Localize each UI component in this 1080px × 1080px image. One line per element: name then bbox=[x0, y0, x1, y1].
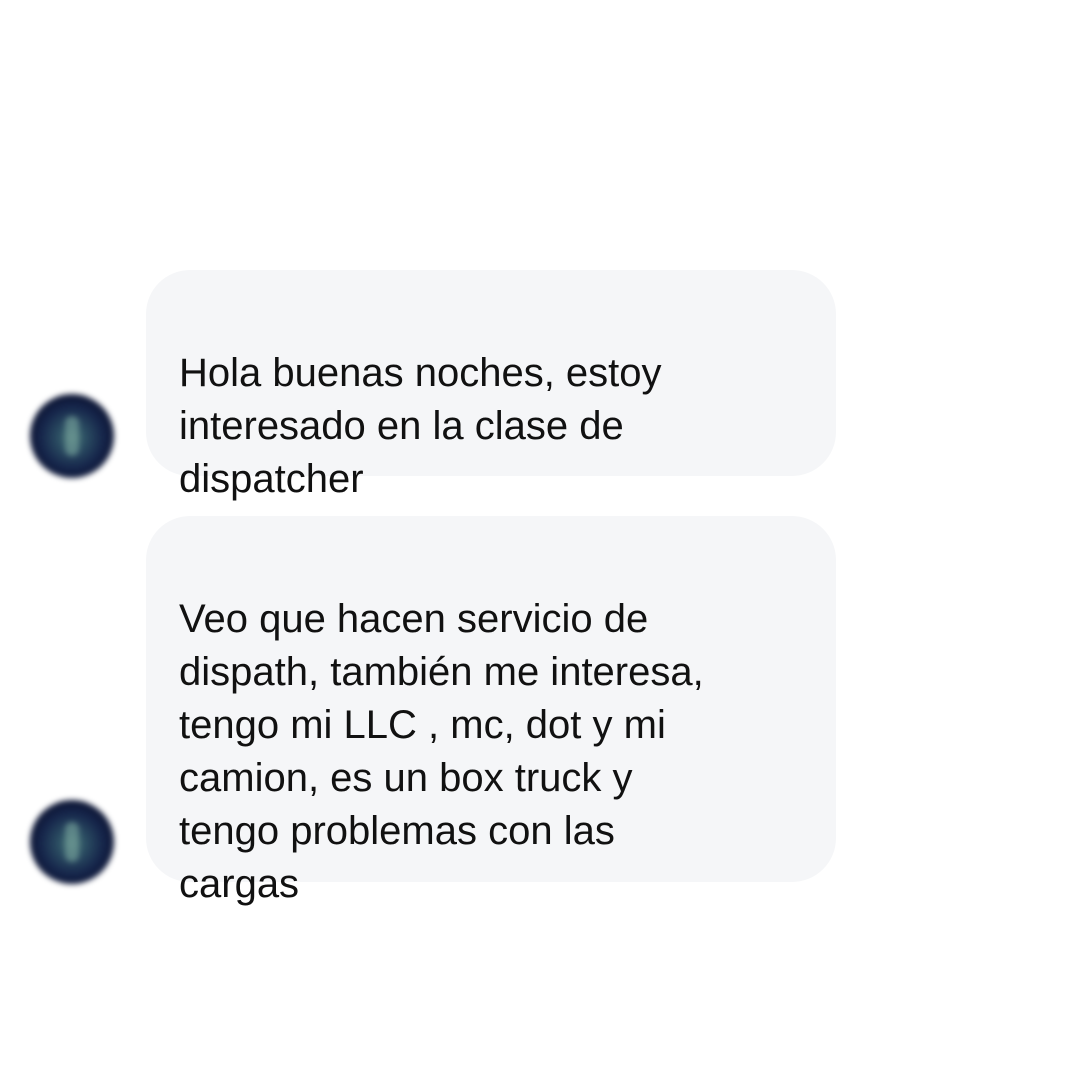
message-bubble[interactable]: Hola buenas noches, estoy interesado en … bbox=[146, 270, 836, 501]
message-text: Veo que hacen servicio de dispath, tambi… bbox=[179, 597, 704, 906]
chat-thread: Hola buenas noches, estoy interesado en … bbox=[0, 0, 1080, 1080]
avatar-figure-icon bbox=[65, 416, 79, 456]
message-text: Hola buenas noches, estoy interesado en … bbox=[179, 351, 662, 501]
sender-avatar[interactable] bbox=[30, 394, 114, 478]
message-bubble[interactable]: Veo que hacen servicio de dispath, tambi… bbox=[146, 516, 836, 906]
avatar-figure-icon bbox=[65, 822, 79, 862]
sender-avatar[interactable] bbox=[30, 800, 114, 884]
